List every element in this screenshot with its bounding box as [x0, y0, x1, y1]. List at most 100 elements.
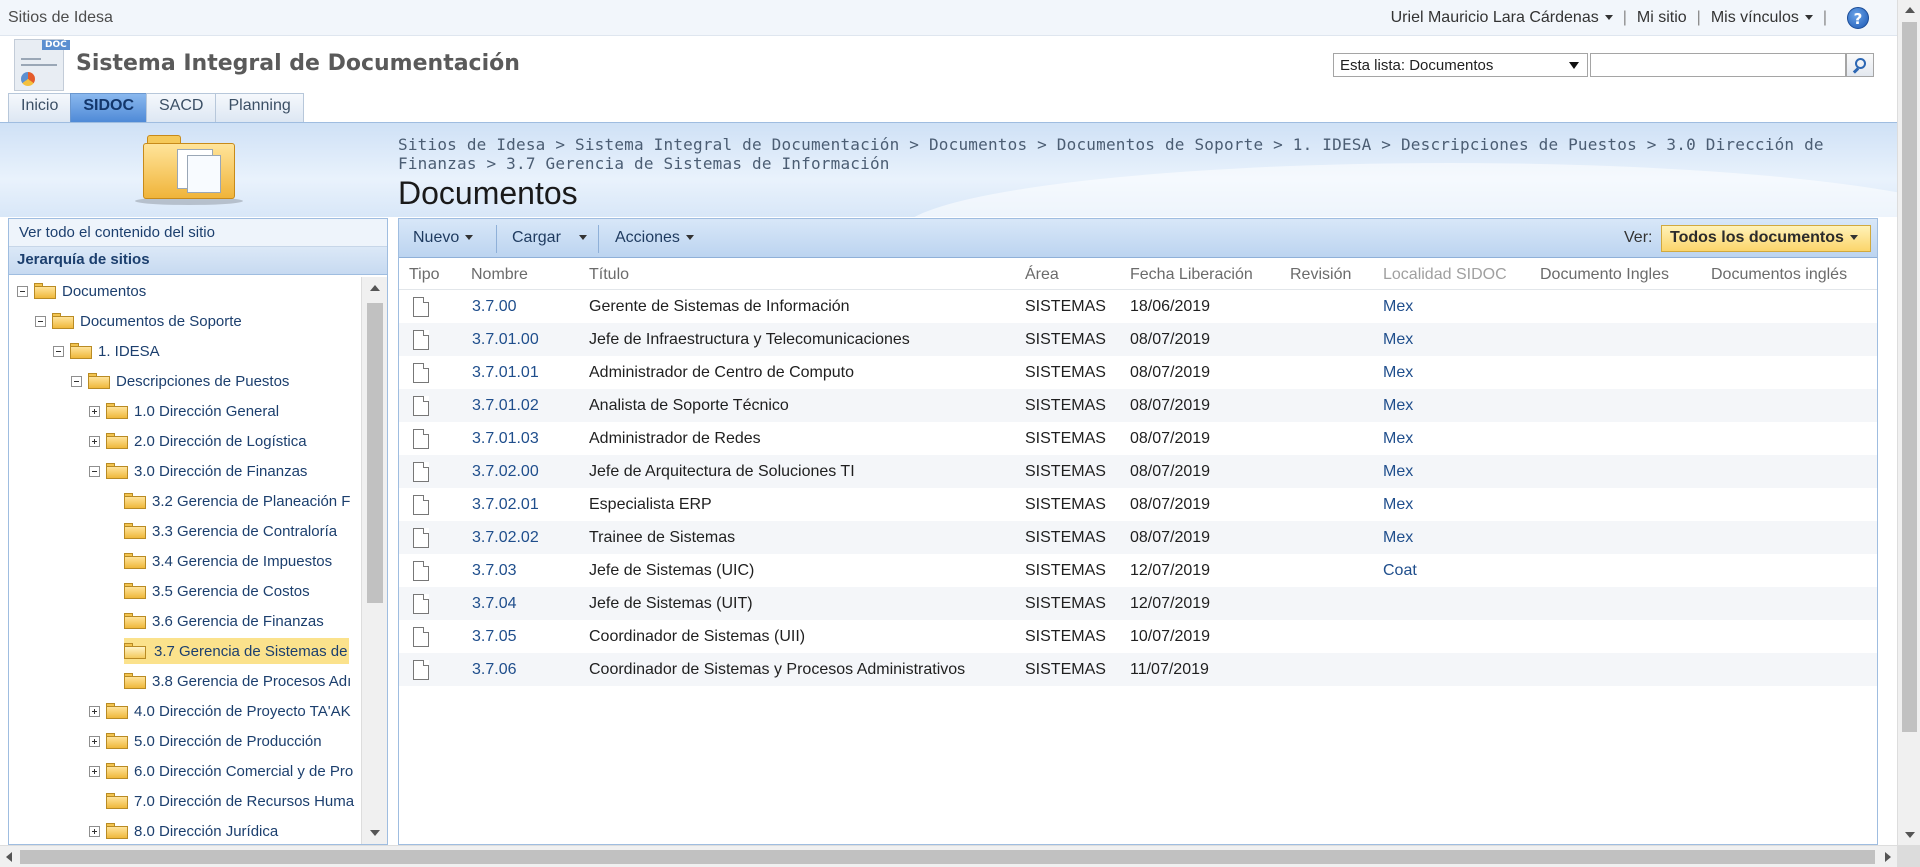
document-type-cell[interactable] — [413, 521, 429, 554]
tree-node[interactable]: 8.0 Dirección Jurídica — [89, 818, 278, 844]
tree-node[interactable]: 3.5 Gerencia de Costos — [124, 578, 310, 604]
document-locality-link[interactable]: Mex — [1383, 323, 1413, 356]
document-locality-link[interactable]: Mex — [1383, 422, 1413, 455]
document-name-link[interactable]: 3.7.02.01 — [472, 488, 539, 521]
document-type-cell[interactable] — [413, 422, 429, 455]
my-site-link[interactable]: Mi sitio — [1637, 9, 1687, 27]
site-title[interactable]: Sistema Integral de Documentación — [76, 51, 520, 76]
tab-sacd[interactable]: SACD — [146, 93, 217, 122]
search-input[interactable] — [1590, 53, 1846, 77]
tree-node[interactable]: 3.8 Gerencia de Procesos Adı — [124, 668, 351, 694]
scrollbar-thumb[interactable] — [20, 850, 1875, 864]
document-type-cell[interactable] — [413, 356, 429, 389]
document-name-link[interactable]: 3.7.02.00 — [472, 455, 539, 488]
search-scope-select[interactable]: Esta lista: Documentos — [1333, 53, 1588, 77]
scroll-up-icon[interactable] — [1905, 7, 1915, 13]
document-name-link[interactable]: 3.7.01.01 — [472, 356, 539, 389]
tab-planning[interactable]: Planning — [215, 93, 304, 122]
document-name-link[interactable]: 3.7.01.00 — [472, 323, 539, 356]
document-type-cell[interactable] — [413, 653, 429, 686]
tree-node[interactable]: 3.4 Gerencia de Impuestos — [124, 548, 332, 574]
document-locality-link[interactable]: Mex — [1383, 488, 1413, 521]
document-locality-link[interactable]: Mex — [1383, 521, 1413, 554]
scroll-left-icon[interactable] — [6, 852, 12, 862]
document-name-link[interactable]: 3.7.06 — [472, 653, 516, 686]
document-name-link[interactable]: 3.7.01.03 — [472, 422, 539, 455]
view-selector[interactable]: Todos los documentos — [1661, 225, 1871, 252]
collapse-icon[interactable] — [17, 285, 28, 297]
document-locality-link[interactable]: Mex — [1383, 356, 1413, 389]
document-locality-link[interactable]: Mex — [1383, 455, 1413, 488]
expand-icon[interactable] — [89, 435, 100, 447]
actions-menu[interactable]: Acciones — [615, 229, 694, 247]
expand-icon[interactable] — [89, 825, 100, 837]
tree-node[interactable]: 7.0 Dirección de Recursos Huma — [106, 788, 354, 814]
document-name-link[interactable]: 3.7.04 — [472, 587, 516, 620]
column-header-area[interactable]: Área — [1025, 260, 1059, 289]
column-header-document-english[interactable]: Documento Ingles — [1540, 260, 1669, 289]
page-horizontal-scrollbar[interactable] — [0, 845, 1897, 867]
help-icon[interactable]: ? — [1847, 7, 1869, 29]
document-type-cell[interactable] — [413, 620, 429, 653]
upload-menu[interactable]: Cargar — [512, 229, 587, 247]
tree-node[interactable]: Documentos de Soporte — [35, 308, 242, 334]
tree-node[interactable]: 5.0 Dirección de Producción — [89, 728, 322, 754]
column-header-documents-english[interactable]: Documentos inglés — [1711, 260, 1847, 289]
tree-scrollbar[interactable] — [361, 277, 387, 844]
tab-inicio[interactable]: Inicio — [8, 93, 72, 122]
collapse-icon[interactable] — [35, 315, 46, 327]
document-name-link[interactable]: 3.7.01.02 — [472, 389, 539, 422]
user-menu[interactable]: Uriel Mauricio Lara Cárdenas — [1391, 9, 1613, 27]
column-header-title[interactable]: Título — [589, 260, 629, 289]
scrollbar-thumb[interactable] — [1902, 22, 1917, 732]
collapse-icon[interactable] — [89, 465, 100, 477]
expand-icon[interactable] — [89, 735, 100, 747]
scroll-down-icon[interactable] — [370, 830, 380, 836]
expand-icon[interactable] — [89, 765, 100, 777]
document-type-cell[interactable] — [413, 290, 429, 323]
document-locality-link[interactable]: Mex — [1383, 389, 1413, 422]
document-type-cell[interactable] — [413, 587, 429, 620]
column-header-type[interactable]: Tipo — [409, 260, 440, 289]
document-name-link[interactable]: 3.7.05 — [472, 620, 516, 653]
expand-icon[interactable] — [89, 405, 100, 417]
site-logo[interactable]: DOC — [14, 39, 70, 91]
tree-node[interactable]: 3.0 Dirección de Finanzas — [89, 458, 307, 484]
document-locality-link[interactable]: Coat — [1383, 554, 1417, 587]
scroll-right-icon[interactable] — [1885, 852, 1891, 862]
scroll-up-icon[interactable] — [370, 285, 380, 291]
collapse-icon[interactable] — [53, 345, 64, 357]
new-menu[interactable]: Nuevo — [413, 229, 474, 247]
tree-node[interactable]: 1.0 Dirección General — [89, 398, 279, 424]
tree-node[interactable]: 4.0 Dirección de Proyecto TA'AK — [89, 698, 351, 724]
document-locality-link[interactable]: Mex — [1383, 290, 1413, 323]
view-all-site-content-link[interactable]: Ver todo el contenido del sitio — [9, 219, 387, 247]
page-vertical-scrollbar[interactable] — [1897, 0, 1920, 845]
document-name-link[interactable]: 3.7.02.02 — [472, 521, 539, 554]
collapse-icon[interactable] — [71, 375, 82, 387]
document-name-link[interactable]: 3.7.00 — [472, 290, 516, 323]
column-header-revision[interactable]: Revisión — [1290, 260, 1351, 289]
document-type-cell[interactable] — [413, 488, 429, 521]
document-type-cell[interactable] — [413, 389, 429, 422]
scroll-down-icon[interactable] — [1905, 832, 1915, 838]
column-header-name[interactable]: Nombre — [471, 260, 528, 289]
tree-node[interactable]: 6.0 Dirección Comercial y de Pro — [89, 758, 353, 784]
my-links-menu[interactable]: Mis vínculos — [1711, 9, 1813, 27]
tree-node[interactable]: 3.3 Gerencia de Contraloría — [124, 518, 337, 544]
tree-node[interactable]: 2.0 Dirección de Logística — [89, 428, 307, 454]
document-type-cell[interactable] — [413, 554, 429, 587]
tree-node[interactable]: 3.6 Gerencia de Finanzas — [124, 608, 324, 634]
column-header-release-date[interactable]: Fecha Liberación — [1130, 260, 1253, 289]
site-collection-link[interactable]: Sitios de Idesa — [8, 9, 113, 27]
tree-node[interactable]: 1. IDESA — [53, 338, 160, 364]
tree-node[interactable]: Descripciones de Puestos — [71, 368, 289, 394]
tree-node[interactable]: 3.7 Gerencia de Sistemas de — [124, 638, 350, 664]
expand-icon[interactable] — [89, 705, 100, 717]
tree-node[interactable]: 3.2 Gerencia de Planeación F — [124, 488, 350, 514]
document-type-cell[interactable] — [413, 323, 429, 356]
scrollbar-thumb[interactable] — [367, 303, 383, 603]
tree-node[interactable]: Documentos — [17, 278, 146, 304]
search-button[interactable] — [1846, 53, 1874, 77]
document-name-link[interactable]: 3.7.03 — [472, 554, 516, 587]
